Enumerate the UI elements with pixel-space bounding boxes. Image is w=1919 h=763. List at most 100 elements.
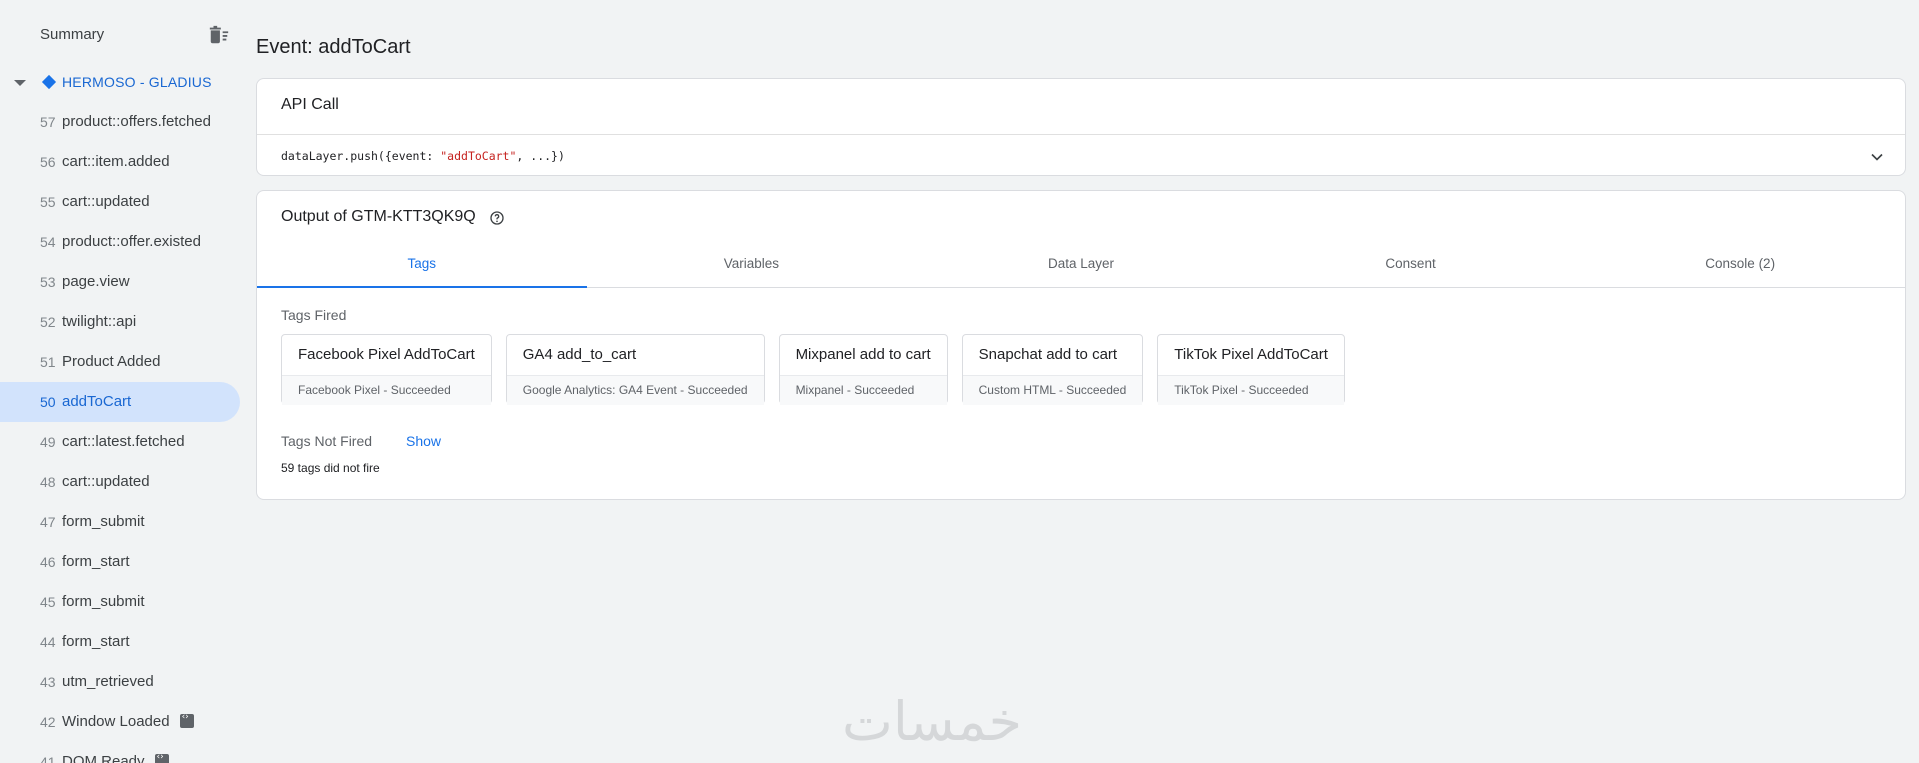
- code-suffix: , ...}): [516, 149, 565, 163]
- event-list-item[interactable]: 47 form_submit: [0, 502, 240, 542]
- sidebar: Summary HERMOSO - GLADIUS 57product::off…: [0, 0, 240, 763]
- event-label: form_submit: [62, 593, 145, 610]
- output-card: Output of GTM-KTT3QK9Q Tags Variables Data…: [256, 190, 1906, 500]
- event-label: Window Loaded: [62, 712, 194, 730]
- event-number: 57: [40, 114, 56, 130]
- tag-fired-card[interactable]: TikTok Pixel AddToCart TikTok Pixel - Suc…: [1157, 334, 1345, 405]
- not-fired-count: 59 tags did not fire: [281, 461, 380, 475]
- api-call-card: API Call dataLayer.push({event: "addToCa…: [256, 78, 1906, 176]
- tags-fired-label: Tags Fired: [281, 307, 347, 323]
- event-label-text: form_submit: [62, 513, 145, 530]
- event-number: 45: [40, 594, 56, 610]
- watermark-logo: خمسات: [842, 690, 1023, 753]
- tab-tags[interactable]: Tags: [257, 241, 587, 288]
- tag-fired-card[interactable]: GA4 add_to_cart Google Analytics: GA4 Eve…: [505, 334, 765, 405]
- tab-consent[interactable]: Consent: [1246, 241, 1576, 287]
- show-not-fired-link[interactable]: Show: [406, 433, 441, 449]
- event-number: 50: [40, 394, 56, 410]
- event-list-item[interactable]: 49 cart::latest.fetched: [0, 422, 240, 462]
- event-list-item[interactable]: 50 addToCart: [0, 382, 240, 422]
- page-title: Event: addToCart: [256, 36, 411, 58]
- event-number: 52: [40, 314, 56, 330]
- event-number: 43: [40, 674, 56, 690]
- output-tabs: Tags Variables Data Layer Consent Console (2…: [257, 241, 1905, 288]
- event-label: form_submit: [62, 513, 145, 530]
- event-list-item[interactable]: 44 form_start: [0, 622, 240, 662]
- event-label: page.view: [62, 273, 130, 290]
- summary-label: Summary: [40, 26, 105, 43]
- event-label-text: twilight::api: [62, 313, 137, 330]
- event-number: 49: [40, 434, 56, 450]
- event-list-item[interactable]: 42 Window Loaded: [0, 702, 240, 742]
- event-number: 47: [40, 514, 56, 530]
- event-number: 46: [40, 554, 56, 570]
- tag-name: Facebook Pixel AddToCart: [282, 335, 491, 376]
- api-call-header: API Call: [281, 96, 339, 113]
- event-label-text: cart::latest.fetched: [62, 433, 185, 450]
- tags-not-fired-label: Tags Not Fired: [281, 433, 373, 449]
- output-title: Output of GTM-KTT3QK9Q: [281, 208, 476, 225]
- help-icon[interactable]: [489, 210, 505, 226]
- event-label: Product Added: [62, 353, 160, 370]
- code-string: "addToCart": [440, 149, 517, 163]
- event-number: 53: [40, 274, 56, 290]
- tag-status: Custom HTML - Succeeded: [962, 376, 1143, 405]
- event-list-item[interactable]: 54 product::offer.existed: [0, 222, 240, 262]
- event-label: product::offers.fetched: [62, 113, 211, 130]
- event-label: cart::updated: [62, 193, 150, 210]
- tag-fired-card[interactable]: Facebook Pixel AddToCart Facebook Pixel -…: [281, 334, 492, 405]
- event-list-item[interactable]: 55 cart::updated: [0, 182, 240, 222]
- event-label: cart::latest.fetched: [62, 433, 185, 450]
- tag-status: TikTok Pixel - Succeeded: [1158, 376, 1344, 405]
- event-list-item[interactable]: 53 page.view: [0, 262, 240, 302]
- event-label-text: Product Added: [62, 353, 161, 370]
- code-prefix: dataLayer.push({event:: [281, 149, 441, 163]
- tag-fired-card[interactable]: Mixpanel add to cart Mixpanel - Succeeded: [778, 334, 948, 405]
- event-label: form_start: [62, 633, 130, 650]
- event-label-text: product::offer.existed: [62, 233, 201, 250]
- event-number: 48: [40, 474, 56, 490]
- summary-row[interactable]: Summary: [0, 0, 240, 70]
- tab-variables[interactable]: Variables: [587, 241, 917, 287]
- event-list-item[interactable]: 41 DOM Ready: [0, 742, 240, 763]
- event-label-text: product::offers.fetched: [62, 113, 211, 130]
- tag-status: Mixpanel - Succeeded: [779, 376, 947, 405]
- code-icon: [179, 712, 194, 728]
- event-list-item[interactable]: 46 form_start: [0, 542, 240, 582]
- tag-fired-card[interactable]: Snapchat add to cart Custom HTML - Succee…: [961, 334, 1144, 405]
- tag-status: Facebook Pixel - Succeeded: [282, 376, 491, 405]
- event-list: 57 product::offers.fetched56 cart::item.ad…: [0, 102, 240, 763]
- event-label-text: utm_retrieved: [62, 673, 154, 690]
- divider: [257, 134, 1905, 135]
- tag-name: Mixpanel add to cart: [779, 335, 947, 376]
- event-label: form_start: [62, 553, 130, 570]
- event-label-text: cart::updated: [62, 193, 150, 210]
- event-number: 44: [40, 634, 56, 650]
- container-name: HERMOSO - GLADIUS: [62, 74, 212, 90]
- event-number: 51: [40, 354, 56, 370]
- event-list-item[interactable]: 43 utm_retrieved: [0, 662, 240, 702]
- event-list-item[interactable]: 56 cart::item.added: [0, 142, 240, 182]
- event-list-item[interactable]: 45 form_submit: [0, 582, 240, 622]
- event-number: 56: [40, 154, 56, 170]
- event-list-item[interactable]: 48 cart::updated: [0, 462, 240, 502]
- event-label-text: form_start: [62, 553, 130, 570]
- event-number: 54: [40, 234, 56, 250]
- tags-fired-list: Facebook Pixel AddToCart Facebook Pixel -…: [281, 334, 1345, 405]
- event-list-item[interactable]: 57 product::offers.fetched: [0, 102, 240, 142]
- event-label: product::offer.existed: [62, 233, 201, 250]
- event-number: 55: [40, 194, 56, 210]
- clear-all-icon[interactable]: [208, 24, 230, 46]
- event-label: cart::item.added: [62, 153, 170, 170]
- event-list-item[interactable]: 51 Product Added: [0, 342, 240, 382]
- chevron-down-icon[interactable]: [1867, 147, 1887, 167]
- tag-status: Google Analytics: GA4 Event - Succeeded: [506, 376, 764, 405]
- event-number: 42: [40, 714, 56, 730]
- tag-name: GA4 add_to_cart: [506, 335, 764, 376]
- tab-data-layer[interactable]: Data Layer: [916, 241, 1246, 287]
- event-label-text: cart::item.added: [62, 153, 170, 170]
- event-list-item[interactable]: 52 twilight::api: [0, 302, 240, 342]
- event-label-text: cart::updated: [62, 473, 150, 490]
- tab-console-2[interactable]: Console (2): [1575, 241, 1905, 287]
- collapse-caret-icon[interactable]: [14, 80, 26, 86]
